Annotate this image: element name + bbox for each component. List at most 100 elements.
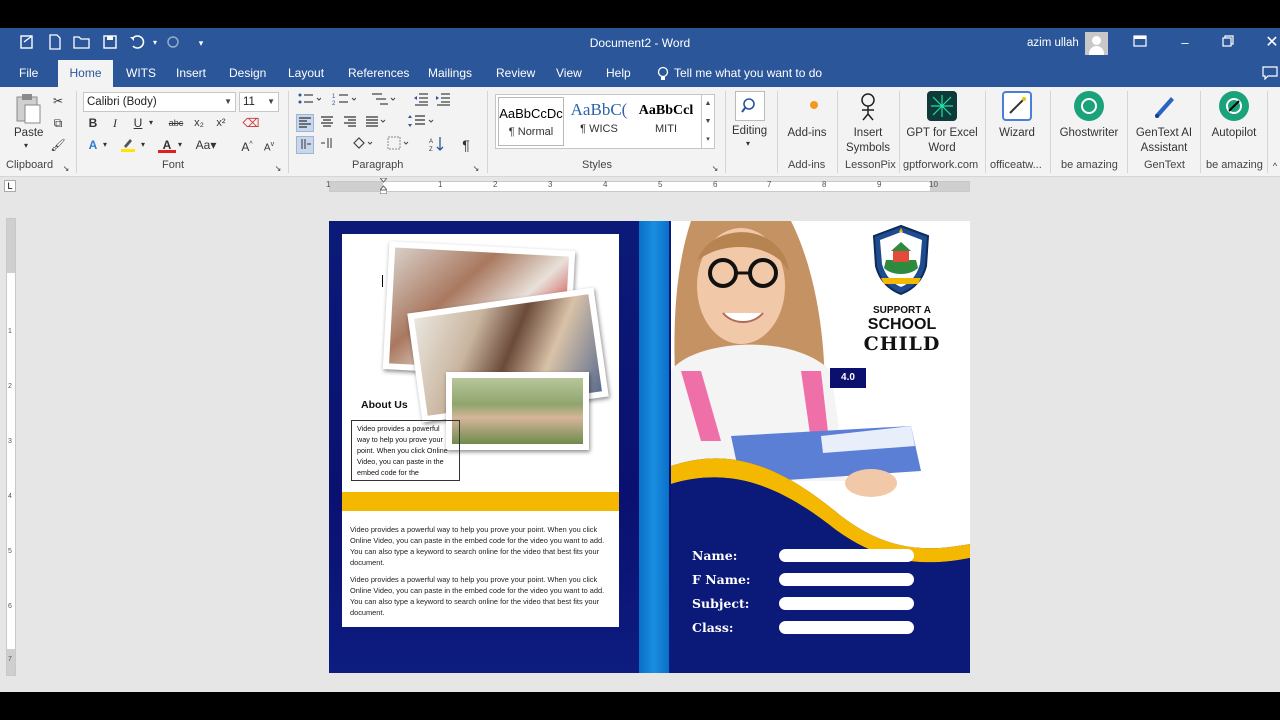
sort-icon[interactable]: AZ <box>428 136 446 154</box>
minimize-icon[interactable]: – <box>1175 34 1195 52</box>
tab-home[interactable]: Home <box>58 60 113 87</box>
tab-design[interactable]: Design <box>220 60 275 87</box>
addins-button[interactable]: Add-ins <box>783 91 831 141</box>
shrink-font-icon[interactable]: Av <box>260 136 278 154</box>
align-right-icon[interactable] <box>341 114 359 132</box>
separator <box>777 91 778 173</box>
gpt-excel-word-button[interactable]: GPT for Excel Word <box>903 91 981 156</box>
grow-font-icon[interactable]: A^ <box>238 136 256 154</box>
comments-icon[interactable] <box>1262 66 1278 81</box>
change-case-icon[interactable]: Aa▾ <box>193 136 219 154</box>
font-color-dropdown-icon[interactable]: ▾ <box>175 136 185 154</box>
justify-icon[interactable] <box>364 114 390 132</box>
subject-field[interactable] <box>779 597 914 610</box>
tab-insert[interactable]: Insert <box>167 60 215 87</box>
tab-mailings[interactable]: Mailings <box>419 60 481 87</box>
close-icon[interactable]: ✕ <box>1262 34 1280 52</box>
font-name-combo[interactable]: Calibri (Body) ▼ <box>83 92 236 112</box>
styles-launcher-icon[interactable]: ↘ <box>710 160 720 178</box>
ribbon-display-icon[interactable] <box>1130 34 1150 52</box>
italic-icon[interactable]: I <box>106 114 124 132</box>
about-title[interactable]: About Us <box>361 399 408 411</box>
paste-dropdown-icon[interactable]: ▾ <box>24 141 28 150</box>
paste-button[interactable]: Paste <box>14 127 43 139</box>
underline-icon[interactable]: U <box>129 114 147 132</box>
tab-review[interactable]: Review <box>487 60 544 87</box>
vruler-number: 3 <box>8 438 12 445</box>
borders-icon[interactable] <box>386 136 412 154</box>
bold-icon[interactable]: B <box>84 114 102 132</box>
tab-layout[interactable]: Layout <box>279 60 333 87</box>
support-line-1[interactable]: SUPPORT A <box>856 305 948 316</box>
underline-dropdown-icon[interactable]: ▾ <box>146 114 156 132</box>
wizard-button[interactable]: Wizard <box>992 91 1042 141</box>
line-spacing-icon[interactable] <box>406 114 436 132</box>
paste-icon[interactable] <box>13 93 43 124</box>
align-center-icon[interactable] <box>318 114 336 132</box>
collapse-ribbon-icon[interactable]: ^ <box>1266 157 1280 175</box>
text-effects-dropdown-icon[interactable]: ▾ <box>100 136 110 154</box>
document-page[interactable]: About Us Video provides a powerful way t… <box>329 221 970 673</box>
tab-help[interactable]: Help <box>597 60 640 87</box>
editing-dropdown-icon[interactable]: ▾ <box>746 139 750 148</box>
font-size-combo[interactable]: 11 ▼ <box>239 92 279 112</box>
restore-icon[interactable] <box>1218 34 1238 52</box>
cut-icon[interactable]: ✂ <box>49 92 67 110</box>
show-marks-icon[interactable]: ¶ <box>457 136 475 154</box>
about-textbox[interactable]: Video provides a powerful way to help yo… <box>351 420 460 481</box>
tab-selector-icon[interactable]: L <box>4 180 16 192</box>
tab-view[interactable]: View <box>547 60 591 87</box>
autopilot-button[interactable]: Autopilot <box>1205 91 1263 141</box>
decrease-indent-icon[interactable] <box>412 92 430 110</box>
user-name[interactable]: azim ullah <box>1027 37 1079 49</box>
copy-icon[interactable]: ⧉ <box>49 114 67 132</box>
father-name-field[interactable] <box>779 573 914 586</box>
name-field[interactable] <box>779 549 914 562</box>
support-line-3[interactable]: CHILD <box>856 333 948 355</box>
magnifier-icon[interactable] <box>735 91 765 121</box>
class-field[interactable] <box>779 621 914 634</box>
clipboard-launcher-icon[interactable]: ↘ <box>61 160 71 178</box>
subscript-icon[interactable]: x₂ <box>190 114 208 132</box>
body-paragraph-2[interactable]: Video provides a powerful way to help yo… <box>350 574 606 616</box>
paragraph-launcher-icon[interactable]: ↘ <box>471 160 481 178</box>
multilevel-list-icon[interactable] <box>369 92 397 110</box>
style-miti[interactable]: AaBbCcl MITI <box>633 97 699 146</box>
insert-symbols-button[interactable]: Insert Symbols <box>842 91 894 156</box>
indent-marker-icon[interactable] <box>378 177 389 195</box>
increase-indent-icon[interactable] <box>434 92 452 110</box>
clear-formatting-icon[interactable]: ⌫ <box>242 114 260 132</box>
version-badge[interactable]: 4.0 <box>830 368 866 388</box>
tab-wits[interactable]: WITS <box>117 60 165 87</box>
gentext-button[interactable]: GenText AI Assistant <box>1133 91 1195 156</box>
vertical-ruler[interactable]: 1 2 3 4 5 6 7 <box>6 218 16 676</box>
separator <box>1200 91 1201 173</box>
tell-me-search[interactable]: Tell me what you want to do <box>674 60 822 87</box>
bullets-icon[interactable] <box>296 92 322 110</box>
tab-file[interactable]: File <box>10 60 47 87</box>
styles-scroll[interactable]: ▲ ▼ ▾ <box>701 94 715 149</box>
body-paragraph-1[interactable]: Video provides a powerful way to help yo… <box>350 524 606 568</box>
photo-kids-reading[interactable] <box>446 372 589 450</box>
format-painter-icon[interactable]: 🖌 <box>49 136 67 154</box>
document-area[interactable]: About Us Video provides a powerful way t… <box>0 195 1280 692</box>
style-normal[interactable]: AaBbCcDc ¶ Normal <box>498 97 564 146</box>
ltr-icon[interactable] <box>296 136 314 154</box>
rtl-icon[interactable] <box>318 136 336 154</box>
ghostwriter-button[interactable]: Ghostwriter <box>1056 91 1122 141</box>
align-left-icon[interactable] <box>296 114 314 132</box>
font-launcher-icon[interactable]: ↘ <box>273 160 283 178</box>
font-color-icon[interactable]: A <box>158 136 176 153</box>
avatar[interactable] <box>1085 32 1108 55</box>
highlight-dropdown-icon[interactable]: ▾ <box>138 136 148 154</box>
strikethrough-icon[interactable]: abc <box>165 114 187 132</box>
editing-button[interactable]: Editing <box>732 125 767 137</box>
tab-references[interactable]: References <box>339 60 418 87</box>
style-wics[interactable]: AaBbC( ¶ WICS <box>566 97 632 146</box>
numbering-icon[interactable]: 12 <box>331 92 357 110</box>
support-line-2[interactable]: SCHOOL <box>856 316 948 334</box>
horizontal-ruler[interactable]: 1 1 2 3 4 5 6 7 8 9 10 <box>326 177 970 195</box>
superscript-icon[interactable]: x² <box>212 114 230 132</box>
shading-icon[interactable] <box>350 136 376 154</box>
highlight-icon[interactable] <box>119 136 137 154</box>
